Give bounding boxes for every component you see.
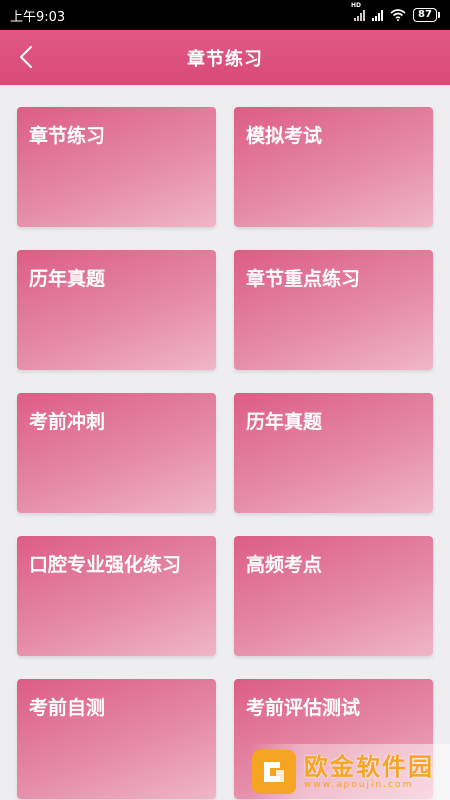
practice-grid: 章节练习 模拟考试 历年真题 章节重点练习 考前冲刺 历年真题 口腔专业强化练习… bbox=[17, 107, 433, 799]
signal-icon-1: HD bbox=[351, 2, 365, 21]
card-self-test[interactable]: 考前自测 bbox=[17, 679, 216, 799]
signal-icon bbox=[372, 9, 383, 21]
card-label: 历年真题 bbox=[246, 411, 323, 433]
card-label: 模拟考试 bbox=[246, 125, 323, 147]
battery-icon: 87 bbox=[413, 8, 440, 22]
chevron-left-icon bbox=[20, 46, 32, 68]
status-bar: 上午9:03 HD 87 bbox=[0, 0, 450, 30]
card-label: 章节练习 bbox=[29, 125, 106, 147]
watermark-name: 欧金软件园 bbox=[304, 752, 434, 781]
card-label: 考前自测 bbox=[29, 697, 106, 719]
card-chapter-key-practice[interactable]: 章节重点练习 bbox=[234, 250, 433, 370]
card-chapter-practice[interactable]: 章节练习 bbox=[17, 107, 216, 227]
card-label: 历年真题 bbox=[29, 268, 106, 290]
wifi-icon bbox=[390, 9, 406, 21]
card-past-exams[interactable]: 历年真题 bbox=[17, 250, 216, 370]
hd-badge: HD bbox=[351, 2, 362, 9]
card-label: 考前冲刺 bbox=[29, 411, 106, 433]
card-past-exams-2[interactable]: 历年真题 bbox=[234, 393, 433, 513]
page-title: 章节练习 bbox=[187, 48, 263, 70]
card-label: 章节重点练习 bbox=[246, 268, 361, 290]
watermark: 欧金软件园 www.apoujin.com bbox=[250, 744, 450, 800]
watermark-url: www.apoujin.com bbox=[304, 779, 414, 790]
card-label: 考前评估测试 bbox=[246, 697, 361, 719]
card-mock-exam[interactable]: 模拟考试 bbox=[234, 107, 433, 227]
back-button[interactable] bbox=[10, 38, 42, 76]
card-final-sprint[interactable]: 考前冲刺 bbox=[17, 393, 216, 513]
battery-level: 87 bbox=[413, 8, 437, 22]
status-time: 上午9:03 bbox=[10, 9, 66, 25]
card-label: 口腔专业强化练习 bbox=[29, 554, 182, 576]
app-header: 章节练习 bbox=[0, 30, 450, 85]
card-label: 高频考点 bbox=[246, 554, 323, 576]
watermark-logo-icon bbox=[252, 750, 296, 794]
status-icons: HD 87 bbox=[351, 2, 440, 22]
card-oral-intensive[interactable]: 口腔专业强化练习 bbox=[17, 536, 216, 656]
card-frequent-points[interactable]: 高频考点 bbox=[234, 536, 433, 656]
